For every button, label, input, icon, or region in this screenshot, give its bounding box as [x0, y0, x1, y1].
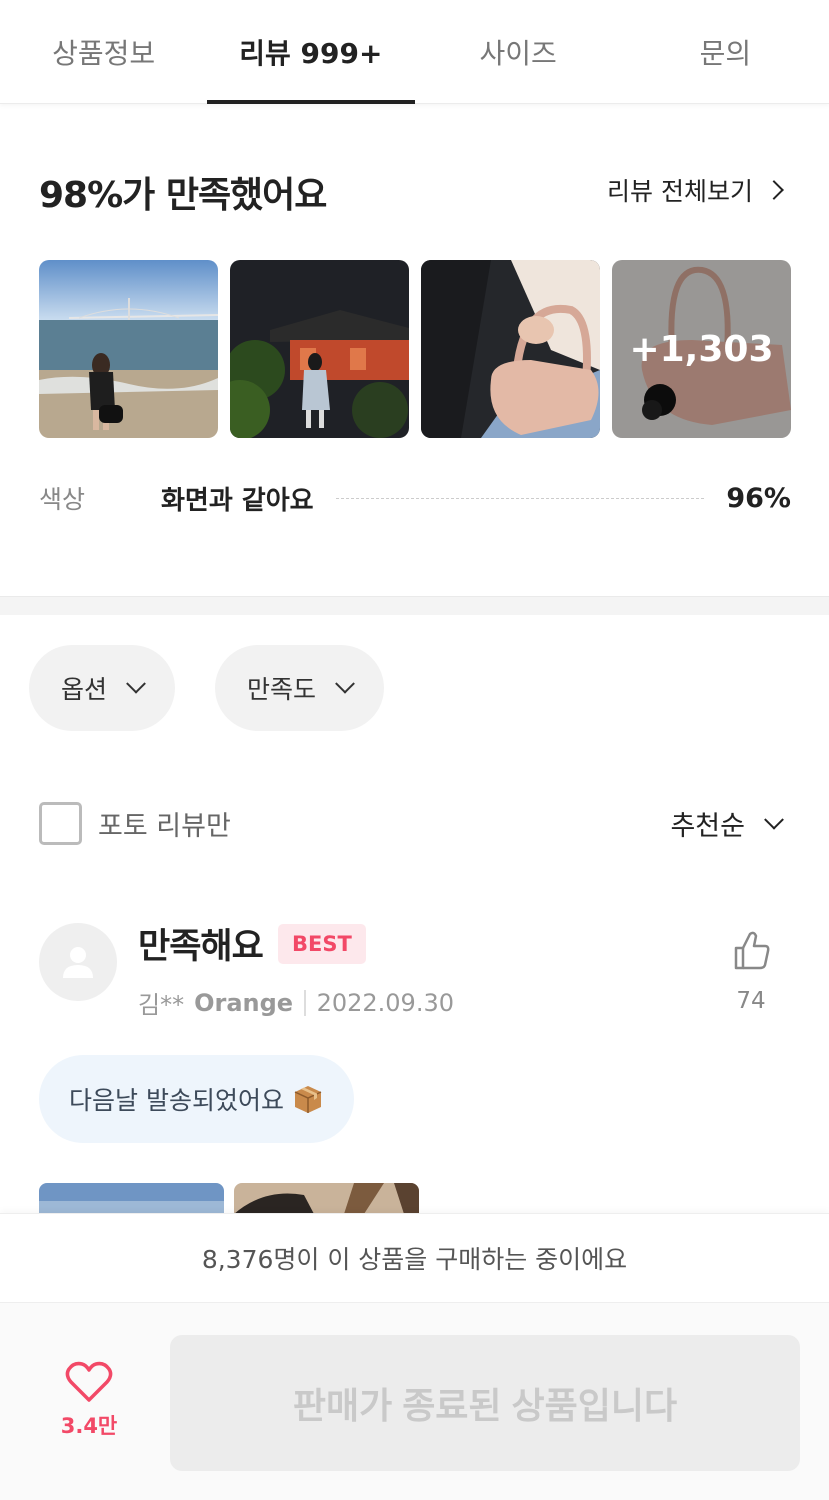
satisfaction-filter-label: 만족도 — [247, 675, 317, 704]
review-photo-more-thumbnail[interactable]: +1,303 — [612, 260, 791, 438]
avatar[interactable] — [39, 923, 117, 1001]
buyers-count-banner: 8,376명이 이 상품을 구매하는 중이에요 — [0, 1213, 829, 1303]
tab-inquiry[interactable]: 문의 — [622, 0, 829, 104]
review-title: 만족해요 — [138, 927, 264, 967]
chevron-right-icon — [764, 180, 784, 200]
like-count: 74 — [736, 988, 766, 1014]
review-photo-thumbnail[interactable] — [39, 260, 218, 438]
shipping-tag-text: 다음날 발송되었어요 — [69, 1086, 284, 1115]
photo-review-only-toggle[interactable]: 포토 리뷰만 — [39, 802, 231, 845]
tab-reviews[interactable]: 리뷰 999+ — [207, 0, 415, 104]
chevron-down-icon — [335, 673, 355, 694]
option-filter-label: 옵션 — [61, 675, 108, 704]
review-photo[interactable] — [234, 1183, 419, 1214]
wishlist-count: 3.4만 — [60, 1414, 118, 1438]
review-date: 2022.09.30 — [316, 988, 454, 1017]
review-photo[interactable] — [39, 1183, 224, 1214]
review-photo-image — [39, 1183, 224, 1214]
like-button[interactable] — [732, 928, 772, 972]
user-icon — [63, 947, 93, 978]
more-photos-count: +1,303 — [612, 260, 791, 438]
satisfaction-title: 98%가 만족했어요 — [39, 175, 327, 216]
photo-only-checkbox[interactable] — [39, 802, 82, 845]
thumbs-up-icon — [734, 931, 770, 970]
buyers-count-text: 8,376명이 이 상품을 구매하는 중이에요 — [201, 1245, 628, 1274]
sort-dropdown[interactable]: 추천순 — [670, 804, 784, 843]
review-photos — [39, 1183, 419, 1214]
shipping-feedback-tag: 다음날 발송되었어요 — [39, 1055, 354, 1143]
tab-product-info[interactable]: 상품정보 — [0, 0, 207, 104]
attribute-percent: 96% — [726, 482, 791, 514]
best-badge: BEST — [278, 924, 366, 964]
view-all-label: 리뷰 전체보기 — [607, 177, 753, 206]
review-photo-image — [234, 1183, 419, 1214]
review-meta: 김** Orange 2022.09.30 — [138, 985, 454, 1020]
sold-out-button[interactable]: 판매가 종료된 상품입니다 — [170, 1335, 800, 1471]
view-all-reviews-link[interactable]: 리뷰 전체보기 — [607, 172, 784, 208]
tab-size[interactable]: 사이즈 — [415, 0, 622, 104]
heart-icon — [65, 1361, 113, 1402]
satisfaction-filter-dropdown[interactable]: 만족도 — [215, 645, 385, 731]
pink-bag-hand-photo-image — [421, 260, 600, 438]
reviewer-name: 김** — [138, 991, 185, 1019]
review-photo-strip: +1,303 — [39, 260, 791, 438]
sort-label: 추천순 — [670, 811, 745, 842]
night-palace-photo-image — [230, 260, 409, 438]
color-satisfaction-row: 색상 화면과 같아요 96% — [39, 478, 791, 518]
chevron-down-icon — [764, 809, 784, 830]
package-icon — [294, 1086, 322, 1113]
beach-photo-image — [39, 260, 218, 438]
chevron-down-icon — [126, 673, 146, 694]
dotted-divider — [335, 497, 705, 499]
section-divider — [0, 596, 829, 615]
attribute-label: 색상 — [39, 485, 86, 514]
tab-bar: 상품정보 리뷰 999+ 사이즈 문의 — [0, 0, 829, 104]
option-filter-dropdown[interactable]: 옵션 — [29, 645, 176, 731]
review-photo-thumbnail[interactable] — [230, 260, 409, 438]
meta-separator — [304, 989, 306, 1016]
wishlist-button[interactable]: 3.4만 — [56, 1360, 122, 1440]
photo-only-label: 포토 리뷰만 — [98, 811, 231, 842]
purchased-option: Orange — [194, 988, 294, 1017]
attribute-value: 화면과 같아요 — [161, 485, 314, 516]
review-photo-thumbnail[interactable] — [421, 260, 600, 438]
